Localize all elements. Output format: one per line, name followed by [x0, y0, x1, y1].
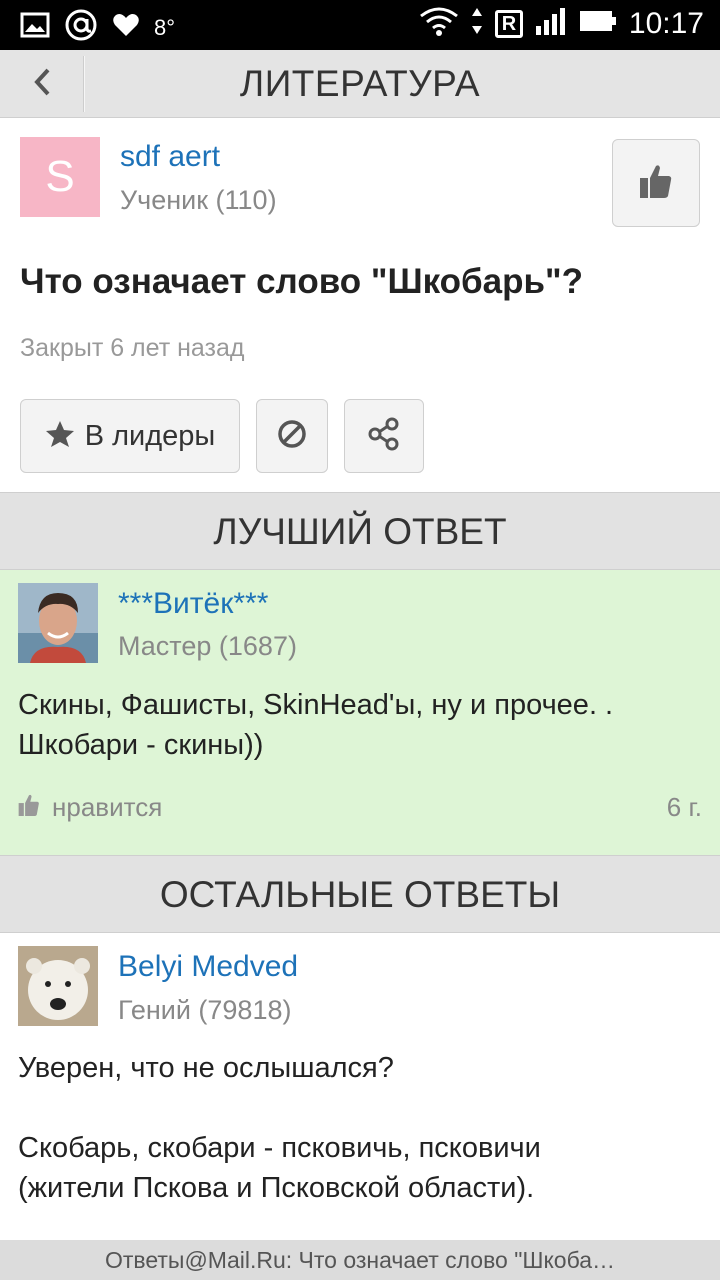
like-label: нравится — [52, 792, 163, 822]
share-button[interactable] — [344, 399, 424, 473]
asker-name-link[interactable]: sdf aert — [120, 140, 220, 174]
heart-icon — [112, 12, 140, 43]
header-divider — [83, 56, 85, 112]
block-icon — [277, 419, 307, 454]
back-button[interactable] — [0, 50, 84, 118]
page-title-toast: Ответы@Mail.Ru: Что означает слово "Шкоб… — [0, 1240, 720, 1280]
status-bar: 8° R 10:17 — [0, 0, 720, 50]
best-answer-card: ***Витёк*** Мастер (1687) Скины, Фашисты… — [0, 570, 720, 855]
other-answer-author-link[interactable]: Belyi Medved — [118, 950, 298, 984]
other-answer-text-line: Уверен, что не ослышался? — [18, 1052, 394, 1084]
wifi-icon — [419, 6, 459, 41]
question-status: Закрыт 6 лет назад — [20, 334, 245, 362]
best-answer-age: 6 г. — [666, 792, 702, 822]
asker-avatar[interactable]: S — [20, 137, 100, 217]
best-answer-author-rank: Мастер (1687) — [118, 631, 297, 661]
question-title: Что означает слово "Шкобарь"? — [20, 262, 584, 301]
best-answer-header: ЛУЧШИЙ ОТВЕТ — [0, 492, 720, 570]
to-leaders-button[interactable]: В лидеры — [20, 399, 240, 473]
best-answer-author-link[interactable]: ***Витёк*** — [118, 587, 268, 621]
thumbs-up-icon — [18, 793, 40, 822]
app-header: ЛИТЕРАТУРА — [0, 50, 720, 118]
other-answer-avatar[interactable] — [18, 946, 98, 1026]
other-answers-header: ОСТАЛЬНЫЕ ОТВЕТЫ — [0, 855, 720, 933]
star-icon — [45, 420, 75, 453]
other-answer-text: Уверен, что не ослышался? Скобарь, скоба… — [18, 1048, 708, 1208]
clock: 10:17 — [628, 6, 704, 40]
like-question-button[interactable] — [612, 139, 700, 227]
best-answer-like-button[interactable]: нравится — [18, 792, 162, 823]
image-notification-icon — [20, 12, 50, 43]
report-button[interactable] — [256, 399, 328, 473]
temperature-indicator: 8° — [154, 14, 176, 40]
best-answer-text-line: Скины, Фашисты, SkinHead'ы, ну и прочее.… — [18, 689, 614, 721]
share-icon — [368, 417, 400, 456]
email-at-icon — [64, 8, 98, 47]
asker-rank: Ученик (110) — [120, 185, 277, 215]
best-answer-text: Скины, Фашисты, SkinHead'ы, ну и прочее.… — [18, 685, 708, 765]
other-answer-author-rank: Гений (79818) — [118, 995, 292, 1025]
best-answer-text-line: Шкобари - скины)) — [18, 729, 264, 761]
best-answer-avatar[interactable] — [18, 583, 98, 663]
chevron-left-icon — [32, 67, 52, 102]
data-transfer-icon — [471, 6, 483, 41]
roaming-badge: R — [494, 9, 523, 38]
other-answer-text-line: (жители Пскова и Псковской области). — [18, 1172, 535, 1204]
other-answer-text-line: Скобарь, скобари - псковичь, псковичи — [18, 1132, 541, 1164]
to-leaders-label: В лидеры — [84, 419, 216, 452]
page-title: ЛИТЕРАТУРА — [239, 63, 481, 104]
battery-icon — [579, 9, 617, 38]
thumbs-up-icon — [639, 163, 673, 204]
signal-icon — [535, 6, 567, 41]
